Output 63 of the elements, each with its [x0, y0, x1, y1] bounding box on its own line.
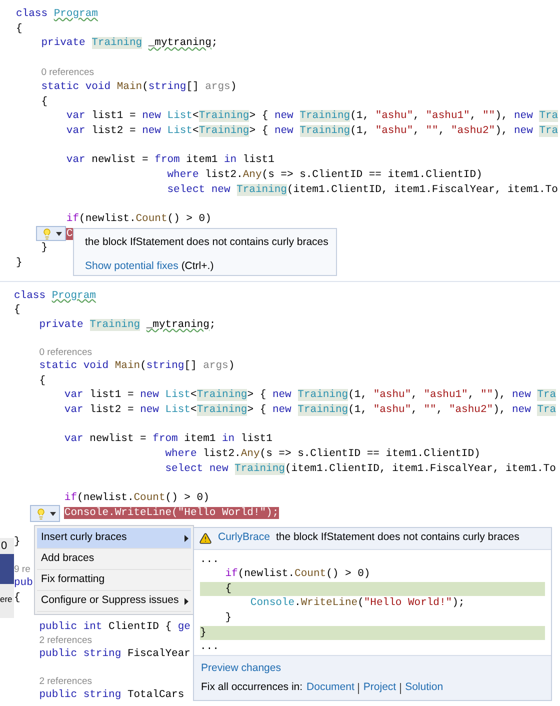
code-line: if(newlist.Count() > 0) [65, 212, 212, 227]
side-panel-bar [0, 554, 14, 584]
code-lens[interactable]: 9 re [14, 564, 30, 576]
code-line: private Training _mytraning; [38, 318, 216, 332]
code-line: var list2 = new List<Training> { new Training(1, "ashu", "", "ashu2"), new Tra [65, 124, 558, 139]
lightbulb-icon [34, 508, 46, 520]
code-line: class Program [16, 7, 98, 22]
fixes-hint: Show potential fixes (Ctrl+.) [85, 259, 215, 273]
lightbulb-button[interactable] [36, 226, 66, 241]
code-line: var list2 = new List<Training> { new Training(1, "ashu", "", "ashu2"), new Tra [63, 403, 556, 418]
show-fixes-link[interactable]: Show potential fixes [85, 260, 178, 272]
scope-link[interactable]: Document [306, 680, 354, 696]
code-line: var newlist = from item1 in list1 [65, 153, 274, 168]
scope-link[interactable]: Project [363, 680, 396, 696]
code-line: { [38, 374, 46, 388]
menu-item[interactable]: Fix formatting [37, 570, 191, 591]
warning-icon [199, 532, 212, 545]
preview-code-line: Console.WriteLine("Hello World!"); [249, 596, 466, 611]
lightbulb-button[interactable] [30, 505, 60, 522]
preview-changes-link[interactable]: Preview changes [201, 660, 281, 676]
code-line: } [14, 534, 20, 550]
preview-code-line: if(newlist.Count() > 0) [224, 567, 372, 582]
side-panel-text: ere [0, 593, 12, 606]
code-line: pub [14, 576, 33, 591]
code-line: } [40, 241, 48, 256]
code-line: var list1 = new List<Training> { new Training(1, "ashu", "ashu1", ""), new Tra [65, 109, 558, 124]
code-lens[interactable]: 0 references [41, 66, 94, 79]
code-line: if(newlist.Count() > 0) [63, 490, 210, 506]
code-line: { [14, 590, 20, 606]
code-line: { [16, 22, 22, 36]
diagnostic-message: the block IfStatement does not contains curly braces [276, 530, 520, 546]
menu-item[interactable]: Insert curly braces [37, 528, 191, 549]
code-line: public string TotalCars [38, 688, 184, 703]
code-line: private Training _mytraning; [40, 36, 218, 51]
code-line: static void Main(string[] args) [40, 80, 237, 95]
code-lens[interactable]: 0 references [39, 347, 92, 360]
code-line: var list1 = new List<Training> { new Training(1, "ashu", "ashu1", ""), new Tra [63, 388, 556, 404]
scope-link[interactable]: Solution [405, 680, 444, 696]
diagnostic-id-link[interactable]: CurlyBrace [218, 530, 270, 546]
menu-item[interactable]: Add braces [37, 549, 191, 570]
code-line: { [14, 303, 20, 318]
caret-icon [56, 232, 62, 236]
code-line: { [40, 94, 48, 110]
lightbulb-icon [40, 228, 52, 240]
menu-item[interactable]: Configure or Suppress issues [37, 591, 191, 612]
code-line: class Program [14, 288, 96, 304]
code-line: where list2.Any(s => s.ClientID == item1.ClientID) [164, 446, 480, 462]
code-lens[interactable]: 2 references [39, 676, 92, 688]
code-line: select new Training(item1.ClientID, item1.FiscalYear, item1.To [164, 462, 556, 476]
code-line: where list2.Any(s => s.ClientID == item1.ClientID) [166, 168, 482, 183]
code-line: } [16, 256, 22, 271]
code-lens[interactable]: 2 references [39, 634, 92, 647]
preview-code-line: ... [200, 640, 220, 655]
preview-code-line: } [224, 610, 233, 626]
code-line: static void Main(string[] args) [38, 359, 235, 374]
caret-icon [50, 512, 56, 516]
fix-all-label: Fix all occurrences in: [201, 680, 303, 696]
code-line: public string FiscalYear [38, 646, 190, 662]
side-panel-text: 0 [0, 539, 8, 554]
code-line: var newlist = from item1 in list1 [63, 432, 272, 447]
code-line: public int ClientID { ge [38, 620, 190, 635]
code-line: select new Training(item1.ClientID, item1.FiscalYear, item1.To [166, 182, 558, 198]
preview-code-line: ... [200, 552, 220, 568]
